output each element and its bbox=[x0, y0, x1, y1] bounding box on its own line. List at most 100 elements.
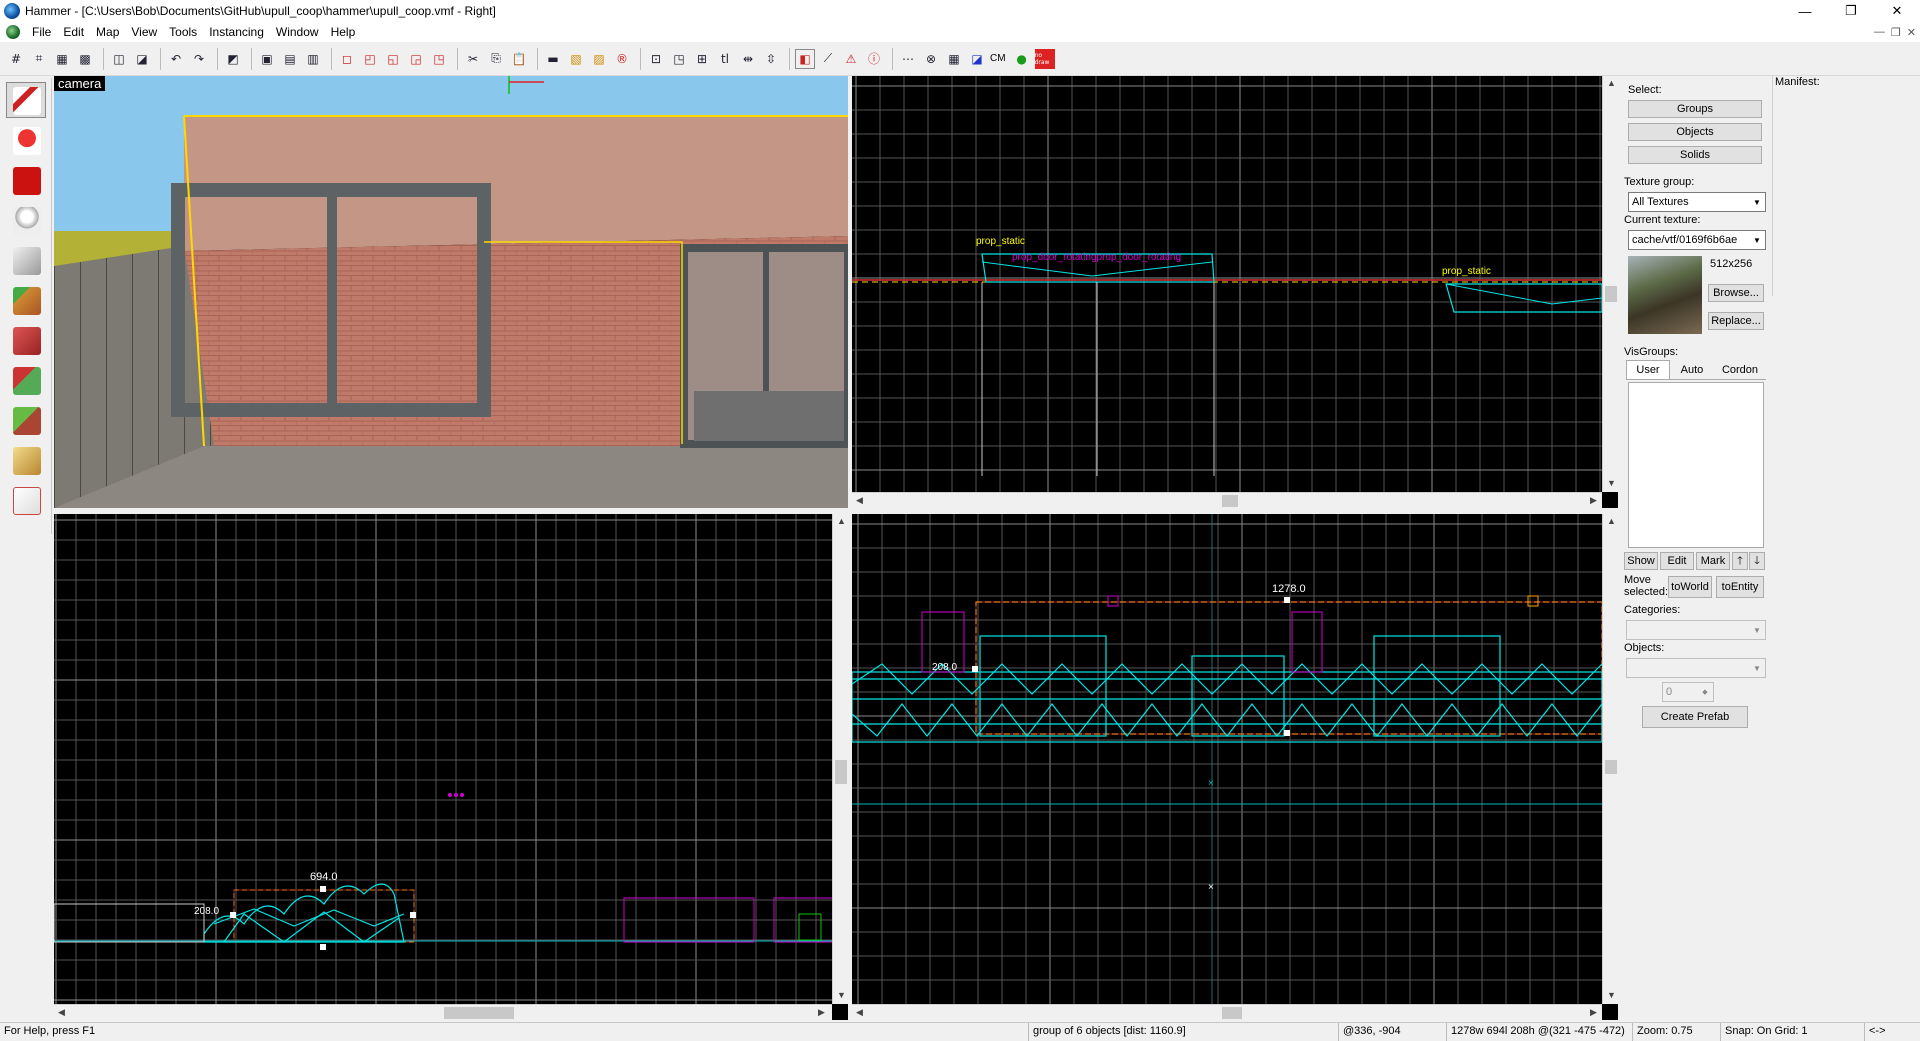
select-solids-button[interactable]: Solids bbox=[1628, 146, 1762, 164]
minimize-button[interactable]: — bbox=[1782, 0, 1828, 22]
block-tool[interactable] bbox=[6, 242, 46, 278]
run-map-icon[interactable]: ● bbox=[1012, 49, 1032, 69]
grid-3d-icon[interactable]: ⌗ bbox=[29, 49, 49, 69]
objects-select[interactable]: ▼ bbox=[1626, 658, 1766, 678]
select-groups-button[interactable]: Groups bbox=[1628, 100, 1762, 118]
flip-h-icon[interactable]: ⇹ bbox=[738, 49, 758, 69]
selection-tool[interactable] bbox=[6, 82, 46, 118]
2d-view-bottom-right[interactable]: 1278.0 208.0 × × ▲ ▼ ◀ ▶ bbox=[852, 514, 1618, 1020]
visgroups-list[interactable] bbox=[1628, 382, 1764, 548]
tab-user[interactable]: User bbox=[1626, 360, 1670, 379]
paste-icon[interactable]: 📋 bbox=[509, 49, 529, 69]
nodraw-icon[interactable]: no draw bbox=[1034, 48, 1055, 69]
create-prefab-button[interactable]: Create Prefab bbox=[1642, 706, 1748, 728]
undo-icon[interactable]: ↶ bbox=[166, 49, 186, 69]
cordon-icon[interactable]: ⋯ bbox=[898, 49, 918, 69]
edit-button[interactable]: Edit bbox=[1660, 552, 1694, 570]
visgroups-toggle-icon[interactable]: ◪ bbox=[967, 49, 987, 69]
top-left-icon[interactable]: tl bbox=[715, 49, 735, 69]
menu-view[interactable]: View bbox=[125, 25, 163, 39]
brick-cube-icon bbox=[13, 327, 41, 355]
map-info-icon[interactable]: ⓘ bbox=[864, 49, 884, 69]
camera-tool[interactable] bbox=[6, 162, 46, 198]
texture-app-icon[interactable]: ▧ bbox=[566, 49, 586, 69]
visgroup-icon[interactable]: ◳ bbox=[429, 49, 449, 69]
overlay-tool[interactable] bbox=[6, 402, 46, 438]
decal-icon[interactable]: ◳ bbox=[669, 49, 689, 69]
mdi-minimize-button[interactable]: — bbox=[1874, 26, 1885, 38]
replace-button[interactable]: Replace... bbox=[1708, 312, 1764, 330]
toggle-texture-icon[interactable]: ▨ bbox=[589, 49, 609, 69]
entity-tool[interactable] bbox=[6, 202, 46, 238]
hide-icon[interactable]: ◻ bbox=[337, 49, 357, 69]
show-icon[interactable]: ◰ bbox=[360, 49, 380, 69]
clipping-tool[interactable] bbox=[6, 442, 46, 478]
to-entity-button[interactable]: toEntity bbox=[1716, 576, 1764, 598]
select-groups-icon[interactable]: ▣ bbox=[257, 49, 277, 69]
move-down-button[interactable]: 🡓 bbox=[1749, 552, 1765, 570]
ungroup-icon[interactable]: ◪ bbox=[132, 49, 152, 69]
group-icon[interactable]: ◫ bbox=[109, 49, 129, 69]
texture-lock-icon[interactable]: ▬ bbox=[543, 49, 563, 69]
hide-unselected-icon[interactable]: ◱ bbox=[383, 49, 403, 69]
prefab-count-stepper[interactable]: 0 ◆ bbox=[1662, 682, 1714, 702]
check-problems-icon[interactable]: ⚠ bbox=[841, 49, 861, 69]
mdi-restore-button[interactable]: ❐ bbox=[1891, 26, 1901, 39]
move-up-button[interactable]: 🡑 bbox=[1732, 552, 1748, 570]
menu-help[interactable]: Help bbox=[325, 25, 362, 39]
vertical-scrollbar[interactable]: ▲ ▼ bbox=[1602, 76, 1618, 492]
select-solids-icon[interactable]: ▥ bbox=[303, 49, 323, 69]
close-button[interactable]: ✕ bbox=[1874, 0, 1920, 22]
vertical-scrollbar[interactable]: ▲ ▼ bbox=[1602, 514, 1618, 1004]
vertical-scrollbar[interactable]: ▲ ▼ bbox=[832, 514, 848, 1004]
magnify-tool[interactable] bbox=[6, 122, 46, 158]
menu-tools[interactable]: Tools bbox=[163, 25, 203, 39]
menu-map[interactable]: Map bbox=[90, 25, 125, 39]
tab-auto[interactable]: Auto bbox=[1670, 360, 1714, 379]
vertex-tool[interactable] bbox=[6, 482, 46, 518]
cubemap-toggle[interactable]: CM bbox=[990, 53, 1006, 64]
tab-cordon[interactable]: Cordon bbox=[1714, 360, 1766, 379]
align-icon[interactable]: ⊞ bbox=[692, 49, 712, 69]
menu-instancing[interactable]: Instancing bbox=[203, 25, 270, 39]
select-objects-button[interactable]: Objects bbox=[1628, 123, 1762, 141]
flip-v-icon[interactable]: ⇳ bbox=[761, 49, 781, 69]
grid-toggle-icon[interactable]: # bbox=[6, 49, 26, 69]
texture-group-select[interactable]: All Textures ▼ bbox=[1628, 192, 1766, 212]
radius-cull-icon[interactable]: ⊗ bbox=[921, 49, 941, 69]
2d-view-top-right[interactable]: prop_static prop_door_rotatingprop_door_… bbox=[852, 76, 1618, 508]
horizontal-scrollbar[interactable]: ◀ ▶ bbox=[852, 1004, 1602, 1020]
mdi-close-button[interactable]: ✕ bbox=[1907, 26, 1916, 39]
show-all-icon[interactable]: ◲ bbox=[406, 49, 426, 69]
entity-report-icon[interactable]: ◧ bbox=[795, 48, 815, 69]
current-texture-select[interactable]: cache/vtf/0169f6b6ae ▼ bbox=[1628, 230, 1766, 250]
document-icon[interactable] bbox=[6, 25, 20, 39]
decal-tool[interactable] bbox=[6, 362, 46, 398]
grid-smaller-icon[interactable]: ▦ bbox=[52, 49, 72, 69]
grid-larger-icon[interactable]: ▩ bbox=[75, 49, 95, 69]
categories-select[interactable]: ▼ bbox=[1626, 620, 1766, 640]
horizontal-scrollbar[interactable]: ◀ ▶ bbox=[54, 1004, 832, 1020]
carve-icon[interactable]: ◩ bbox=[223, 49, 243, 69]
horizontal-scrollbar[interactable]: ◀ ▶ bbox=[852, 492, 1602, 508]
menu-edit[interactable]: Edit bbox=[57, 25, 90, 39]
to-world-button[interactable]: toWorld bbox=[1668, 576, 1712, 598]
grid-display-icon[interactable]: ▦ bbox=[944, 49, 964, 69]
clip-icon[interactable]: ⊡ bbox=[646, 49, 666, 69]
menu-file[interactable]: File bbox=[26, 25, 57, 39]
apply-texture-tool[interactable] bbox=[6, 322, 46, 358]
select-objects-icon[interactable]: ▤ bbox=[280, 49, 300, 69]
mark-button[interactable]: Mark bbox=[1696, 552, 1730, 570]
2d-view-bottom-left[interactable]: 694.0 208.0 ▲ ▼ ◀ ▶ bbox=[54, 514, 848, 1020]
menu-window[interactable]: Window bbox=[270, 25, 325, 39]
copy-icon[interactable]: ⎘ bbox=[486, 49, 506, 69]
cut-icon[interactable]: ✂ bbox=[463, 49, 483, 69]
reload-icon[interactable]: ® bbox=[612, 49, 632, 69]
show-button[interactable]: Show bbox=[1624, 552, 1658, 570]
maximize-button[interactable]: ❐ bbox=[1828, 0, 1874, 22]
path-icon[interactable]: ⟋ bbox=[818, 49, 838, 69]
redo-icon[interactable]: ↷ bbox=[189, 49, 209, 69]
camera-viewport[interactable]: camera bbox=[54, 76, 848, 508]
browse-button[interactable]: Browse... bbox=[1708, 284, 1764, 302]
texture-application-tool[interactable] bbox=[6, 282, 46, 318]
